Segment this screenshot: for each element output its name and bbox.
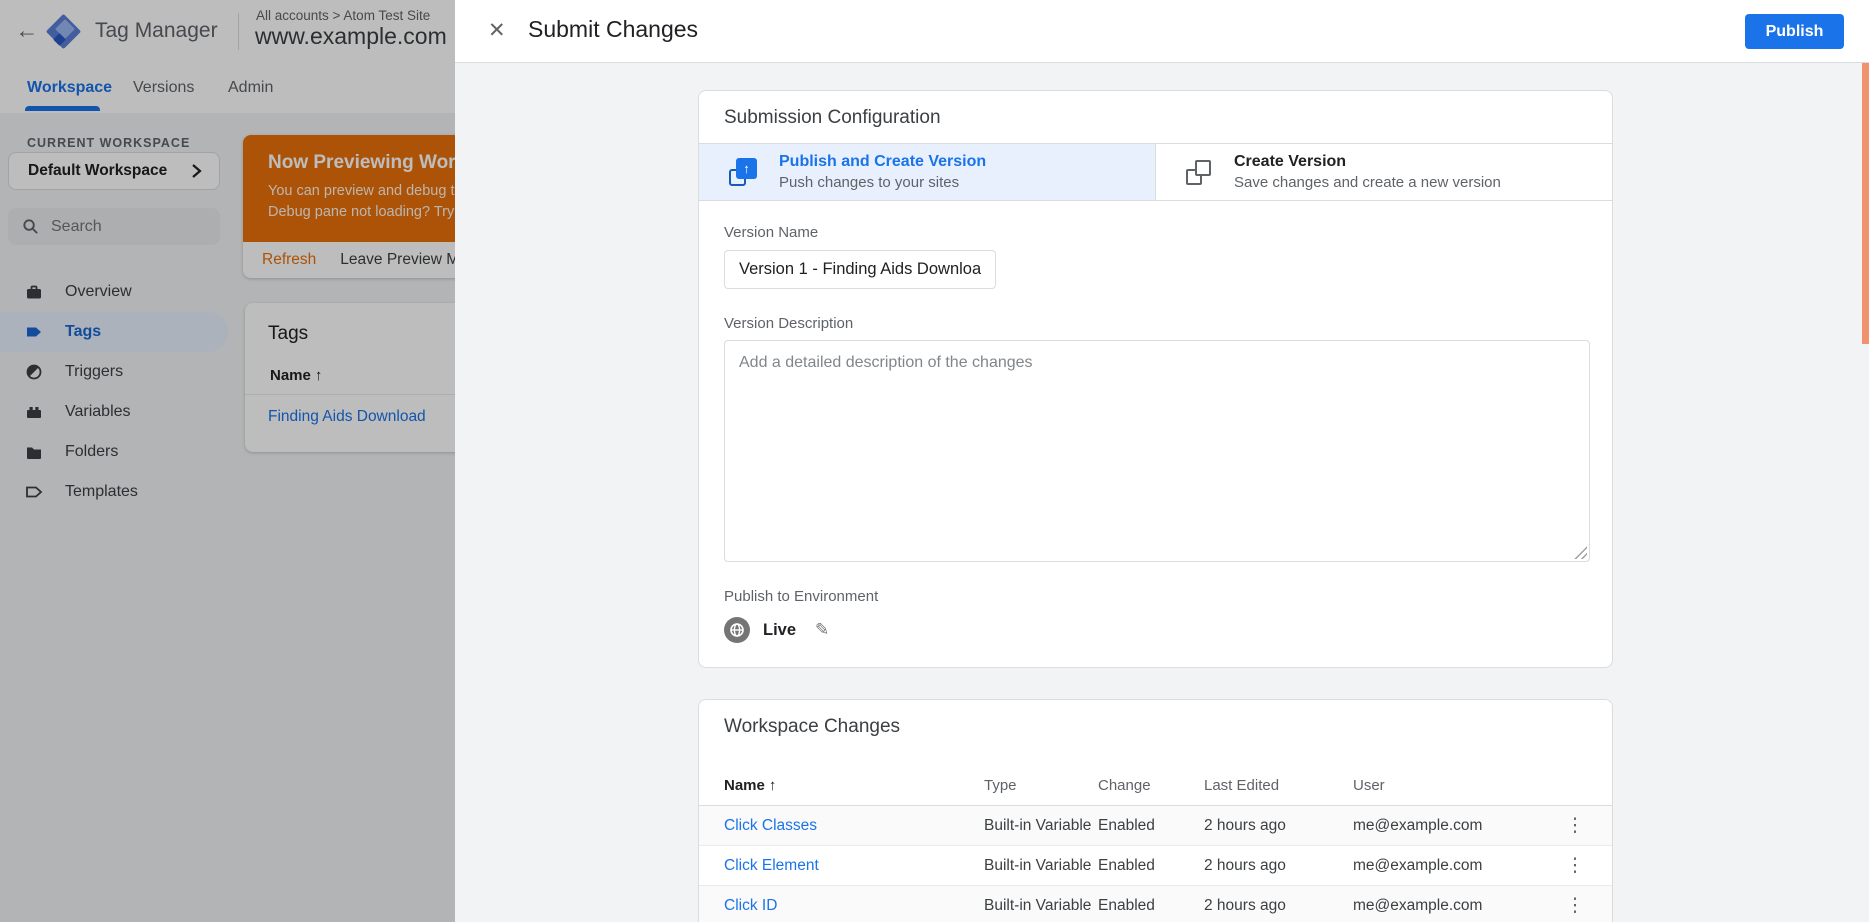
workspace-changes-card: Workspace Changes Name↑ Type Change Last… [698, 699, 1613, 922]
table-row: Click Element Built-in Variable Enabled … [699, 846, 1612, 886]
globe-icon [724, 617, 750, 643]
kebab-menu-icon[interactable]: ⋮ [1563, 819, 1587, 833]
change-link[interactable]: Click ID [724, 897, 984, 915]
version-name-label: Version Name [724, 224, 818, 241]
scrollbar-thumb[interactable] [1862, 63, 1869, 344]
submission-options: ↑ Publish and Create Version Push change… [699, 143, 1612, 201]
edit-environment-icon[interactable]: ✎ [815, 620, 829, 640]
column-header-change: Change [1098, 777, 1204, 794]
publish-button[interactable]: Publish [1745, 14, 1844, 49]
workspace-changes-title: Workspace Changes [699, 700, 1612, 752]
submission-form: Version Name Version Description Publish… [699, 201, 1612, 667]
create-version-icon [1186, 159, 1212, 185]
version-description-label: Version Description [724, 315, 1587, 332]
submission-configuration-title: Submission Configuration [699, 91, 1612, 143]
change-link[interactable]: Click Element [724, 857, 984, 875]
dialog-title: Submit Changes [528, 16, 698, 43]
table-row: Click ID Built-in Variable Enabled 2 hou… [699, 886, 1612, 922]
table-row: Click Classes Built-in Variable Enabled … [699, 806, 1612, 846]
version-name-input[interactable] [724, 250, 996, 289]
version-description-textarea[interactable] [724, 340, 1590, 562]
column-header-last-edited: Last Edited [1204, 777, 1353, 794]
change-link[interactable]: Click Classes [724, 817, 984, 835]
environment-row: Live ✎ [724, 617, 1587, 643]
dialog-body: Submission Configuration ↑ Publish and C… [455, 63, 1869, 922]
column-header-type: Type [984, 777, 1098, 794]
submission-configuration-card: Submission Configuration ↑ Publish and C… [698, 90, 1613, 668]
kebab-menu-icon[interactable]: ⋮ [1563, 899, 1587, 913]
changes-table-header: Name↑ Type Change Last Edited User [699, 766, 1612, 806]
option-create-version[interactable]: Create Version Save changes and create a… [1156, 144, 1612, 200]
option-publish-and-create-version[interactable]: ↑ Publish and Create Version Push change… [699, 144, 1156, 200]
dialog-header: ✕ Submit Changes Publish [455, 0, 1869, 63]
column-header-user: User [1353, 777, 1563, 794]
environment-value: Live [763, 621, 796, 640]
close-icon[interactable]: ✕ [488, 18, 506, 43]
kebab-menu-icon[interactable]: ⋮ [1563, 859, 1587, 873]
publish-icon: ↑ [729, 158, 757, 186]
submit-changes-dialog: ✕ Submit Changes Publish Submission Conf… [455, 0, 1869, 922]
column-header-name[interactable]: Name↑ [724, 777, 984, 794]
publish-to-environment-label: Publish to Environment [724, 588, 1587, 605]
sort-asc-icon: ↑ [769, 777, 777, 794]
